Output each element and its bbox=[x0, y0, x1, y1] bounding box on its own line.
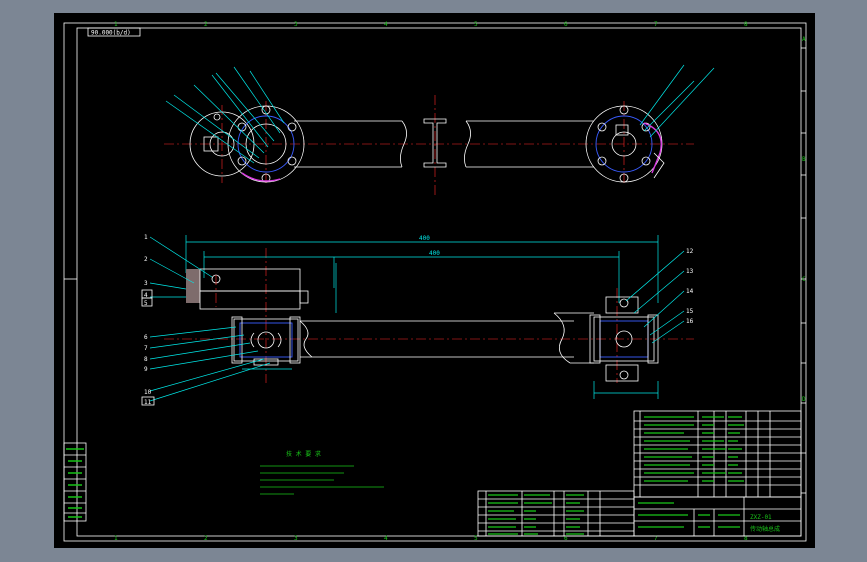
svg-text:5: 5 bbox=[474, 535, 478, 542]
balloon-11: 11 bbox=[144, 399, 152, 406]
balloon-10: 10 bbox=[144, 389, 152, 396]
balloon-2: 2 bbox=[144, 256, 148, 263]
balloon-14: 14 bbox=[686, 288, 694, 295]
svg-text:1: 1 bbox=[114, 21, 118, 28]
svg-text:技 术 要 求: 技 术 要 求 bbox=[286, 450, 321, 458]
revision-strip bbox=[63, 442, 87, 522]
part-balloons: 1 2 3 4 5 6 7 8 9 10 11 12 13 14 15 16 bbox=[141, 234, 694, 406]
balloon-7: 7 bbox=[144, 345, 148, 352]
border-right-ticks bbox=[801, 47, 806, 494]
cad-viewport[interactable]: 1 2 3 4 5 6 7 8 1 2 3 4 5 6 7 8 A B C D bbox=[54, 13, 815, 548]
border-top-labels: 1 2 3 4 5 6 7 8 bbox=[114, 21, 748, 28]
svg-text:1: 1 bbox=[114, 535, 118, 542]
balloon-3: 3 bbox=[144, 280, 148, 287]
balloon-13: 13 bbox=[686, 268, 694, 275]
svg-text:2: 2 bbox=[204, 535, 208, 542]
balloon-12: 12 bbox=[686, 248, 694, 255]
svg-text:5: 5 bbox=[474, 21, 478, 28]
svg-text:4: 4 bbox=[384, 535, 388, 542]
balloon-16: 16 bbox=[686, 318, 694, 325]
svg-text:3: 3 bbox=[294, 21, 298, 28]
svg-text:90.000(b/d): 90.000(b/d) bbox=[91, 30, 131, 37]
balloon-9: 9 bbox=[144, 366, 148, 373]
drawing-canvas: 1 2 3 4 5 6 7 8 1 2 3 4 5 6 7 8 A B C D bbox=[63, 21, 807, 542]
svg-text:D: D bbox=[802, 396, 806, 403]
part-name: 传动轴总成 bbox=[750, 525, 780, 533]
svg-text:4: 4 bbox=[384, 21, 388, 28]
svg-text:3: 3 bbox=[294, 535, 298, 542]
parts-list-center bbox=[477, 490, 635, 537]
tech-requirements: 技 术 要 求 bbox=[260, 450, 384, 495]
balloon-6: 6 bbox=[144, 334, 148, 341]
svg-text:2: 2 bbox=[204, 21, 208, 28]
scale-box: 90.000(b/d) bbox=[87, 27, 141, 37]
svg-text:7: 7 bbox=[654, 21, 658, 28]
svg-text:8: 8 bbox=[744, 21, 748, 28]
balloon-15: 15 bbox=[686, 308, 694, 315]
parts-list-right bbox=[633, 410, 802, 498]
svg-text:B: B bbox=[802, 156, 806, 163]
top-view bbox=[164, 64, 715, 195]
drawing-number: ZXZ-01 bbox=[750, 514, 772, 521]
balloon-5: 5 bbox=[144, 300, 148, 307]
title-block: ZXZ-01 传动轴总成 bbox=[633, 496, 802, 537]
svg-text:6: 6 bbox=[564, 21, 568, 28]
balloon-1: 1 bbox=[144, 234, 148, 241]
svg-text:A: A bbox=[802, 36, 806, 43]
svg-text:400: 400 bbox=[419, 235, 430, 242]
svg-text:C: C bbox=[802, 276, 806, 283]
front-view: 400 400 bbox=[149, 235, 694, 402]
svg-text:400: 400 bbox=[429, 250, 440, 257]
balloon-8: 8 bbox=[144, 356, 148, 363]
